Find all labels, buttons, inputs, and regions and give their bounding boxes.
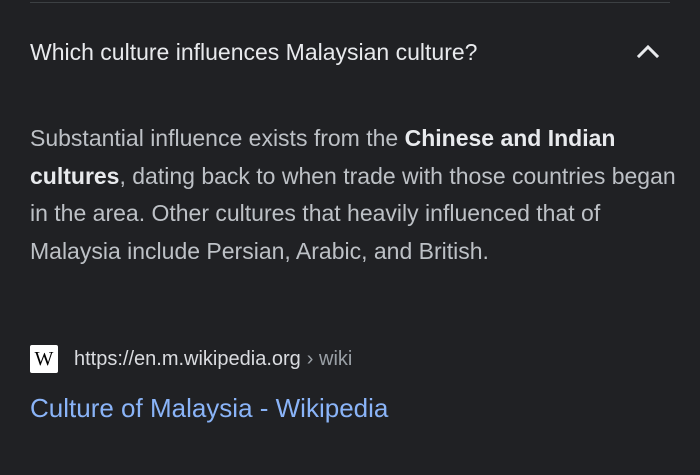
answer-text-start: Substantial influence exists from the xyxy=(30,125,405,151)
faq-panel: Which culture influences Malaysian cultu… xyxy=(0,0,700,475)
answer-text-end: , dating back to when trade with those c… xyxy=(30,162,676,264)
wikipedia-logo-icon: W xyxy=(30,345,58,373)
faq-question: Which culture influences Malaysian cultu… xyxy=(30,39,478,65)
chevron-up-icon[interactable] xyxy=(634,39,662,63)
faq-answer: Substantial influence exists from the Ch… xyxy=(30,120,680,270)
source-attribution[interactable]: W https://en.m.wikipedia.org › wiki xyxy=(30,343,352,375)
source-url: https://en.m.wikipedia.org xyxy=(74,347,301,370)
faq-question-row[interactable]: Which culture influences Malaysian cultu… xyxy=(0,3,700,95)
source-breadcrumb: › wiki xyxy=(306,347,353,370)
wikipedia-logo-letter: W xyxy=(34,348,54,370)
result-title-link[interactable]: Culture of Malaysia - Wikipedia xyxy=(30,391,388,425)
